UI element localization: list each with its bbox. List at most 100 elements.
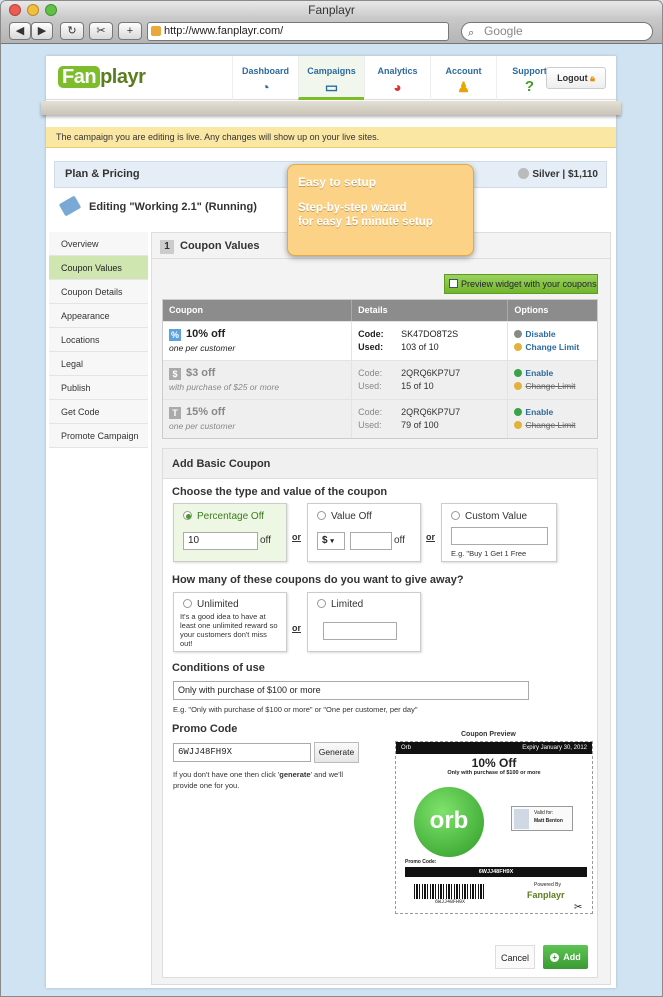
cancel-button[interactable]: Cancel: [495, 945, 535, 969]
powered-by-label: Powered By: [534, 882, 561, 888]
add-coupon-form: Add Basic Coupon Choose the type and val…: [162, 448, 598, 978]
currency-value: $: [322, 535, 328, 546]
preview-widget-button[interactable]: Preview widget with your coupons: [444, 274, 598, 294]
percentage-off-option[interactable]: Percentage Off 10 off: [173, 503, 287, 562]
limited-option[interactable]: Limited: [307, 592, 421, 652]
custom-value-radio[interactable]: [451, 511, 460, 520]
fanplayr-logo[interactable]: Fan playr: [58, 66, 146, 89]
nav-analytics-label: Analytics: [377, 66, 418, 76]
plus-circle-icon: +: [550, 953, 560, 962]
unlimited-hint: It's a good idea to have at least one un…: [180, 612, 278, 648]
table-row: % 10% off one per customer Code: SK47DO8T2S…: [163, 321, 597, 360]
valid-for-name: Matt Benton: [534, 818, 563, 824]
preview-brand: Orb: [401, 745, 412, 751]
custom-value-input[interactable]: [451, 527, 548, 545]
promo-heading: Promo Code: [172, 723, 238, 735]
promo-code-input[interactable]: 6WJJ48FH9X: [173, 743, 311, 762]
change-limit-link: Change Limit: [514, 419, 597, 432]
sidebar-item-locations[interactable]: Locations: [49, 328, 148, 352]
enable-link[interactable]: Enable: [514, 367, 597, 380]
conditions-input[interactable]: Only with purchase of $100 or more: [173, 681, 529, 700]
coupon-cell: $ $3 off with purchase of $25 or more: [163, 361, 351, 399]
limit-icon: [514, 421, 523, 429]
check-icon: [514, 369, 523, 377]
custom-value-label: Custom Value: [465, 511, 528, 522]
setup-tooltip: Easy to setup Step-by-step wizard for ea…: [287, 164, 474, 256]
col-details: Details: [351, 300, 507, 321]
sidebar-item-legal[interactable]: Legal: [49, 352, 148, 376]
add-button[interactable]: + Add: [543, 945, 588, 969]
zoom-window-button[interactable]: [45, 4, 57, 16]
pie-chart-icon: ◕: [393, 79, 402, 95]
search-field[interactable]: ⌕ Google: [461, 22, 653, 41]
close-window-button[interactable]: [9, 4, 21, 16]
address-bar[interactable]: http://www.fanplayr.com/: [147, 22, 449, 41]
sidebar-item-appearance[interactable]: Appearance: [49, 304, 148, 328]
nav-campaigns-label: Campaigns: [307, 66, 356, 76]
enable-link[interactable]: Enable: [514, 406, 597, 419]
logout-button[interactable]: Logout 🔒︎: [546, 67, 606, 89]
coupon-preview: Orb Expiry January 30, 2012 10% Off Only …: [395, 741, 593, 914]
change-limit-link[interactable]: Change Limit: [514, 341, 597, 354]
promo-hint: If you don't have one then click 'genera…: [173, 769, 363, 791]
preview-headline: 10% Off: [471, 756, 517, 770]
tooltip-title: Easy to setup: [298, 175, 377, 189]
minimize-window-button[interactable]: [27, 4, 39, 16]
sidebar-item-overview[interactable]: Overview: [49, 232, 148, 256]
table-header: Coupon Details Options: [163, 300, 597, 321]
percentage-radio[interactable]: [183, 511, 192, 520]
limited-radio[interactable]: [317, 599, 326, 608]
back-button[interactable]: ◀: [9, 22, 31, 40]
silver-medal-icon: [518, 168, 530, 179]
value-off-input[interactable]: [350, 532, 392, 550]
coupon-cell: % 10% off one per customer: [163, 322, 351, 360]
custom-hint: E.g. "Buy 1 Get 1 Free: [451, 549, 527, 558]
preview-subline: Only with purchase of $100 or more: [447, 770, 541, 776]
conditions-heading: Conditions of use: [172, 662, 265, 674]
coupon-value: 10% off: [186, 328, 226, 340]
sidebar-item-publish[interactable]: Publish: [49, 376, 148, 400]
sidebar-item-coupon-details[interactable]: Coupon Details: [49, 280, 148, 304]
limited-count-input[interactable]: [323, 622, 397, 640]
coupon-preview-title: Coupon Preview: [461, 731, 516, 738]
code-label: Code:: [358, 329, 384, 339]
disable-link[interactable]: Disable: [514, 328, 597, 341]
editing-title: Editing "Working 2.1" (Running): [58, 195, 257, 217]
change-limit-label: Change Limit: [525, 381, 576, 391]
promo-hint-bold: generate: [279, 770, 311, 779]
lock-icon: 🔒︎: [590, 73, 595, 83]
change-limit-label: Change Limit: [525, 342, 580, 352]
limit-icon: [514, 343, 523, 351]
currency-select[interactable]: $ ▾: [317, 532, 345, 550]
sidebar-item-get-code[interactable]: Get Code: [49, 400, 148, 424]
add-bookmark-button[interactable]: +: [118, 22, 142, 40]
header-shelf: [41, 101, 621, 115]
custom-value-option[interactable]: Custom Value E.g. "Buy 1 Get 1 Free: [441, 503, 557, 562]
percentage-input[interactable]: 10: [183, 532, 258, 550]
sidebar-item-promote-campaign[interactable]: Promote Campaign: [49, 424, 148, 448]
nav-dashboard[interactable]: Dashboard ◔: [232, 56, 298, 100]
value-off-option[interactable]: Value Off $ ▾ off: [307, 503, 421, 562]
unlimited-option[interactable]: Unlimited It's a good idea to have at le…: [173, 592, 287, 652]
unlimited-radio[interactable]: [183, 599, 192, 608]
reload-button[interactable]: ↻: [60, 22, 84, 40]
type-question: Choose the type and value of the coupon: [172, 486, 388, 498]
nav-analytics[interactable]: Analytics ◕: [364, 56, 430, 100]
col-options: Options: [507, 300, 597, 321]
check-icon: [514, 408, 523, 416]
nav-account[interactable]: Account ♟: [430, 56, 496, 100]
sidebar-item-coupon-values[interactable]: Coupon Values: [49, 256, 148, 280]
plan-tier: Silver | $1,110: [518, 162, 598, 187]
barcode-text: 6WJJ48FH9X: [414, 899, 486, 906]
snippet-icon[interactable]: ✂: [89, 22, 113, 40]
percent-icon: %: [169, 329, 181, 341]
form-title: Add Basic Coupon: [163, 449, 597, 479]
forward-button[interactable]: ▶: [31, 22, 53, 40]
orb-logo: orb: [414, 787, 484, 857]
generate-button[interactable]: Generate: [314, 742, 359, 763]
nav-campaigns[interactable]: Campaigns ▭: [298, 56, 364, 100]
coupon-desc: one per customer: [169, 421, 236, 431]
editing-text: Editing "Working 2.1" (Running): [89, 201, 257, 213]
value-off-radio[interactable]: [317, 511, 326, 520]
window-title: Fanplayr: [308, 3, 355, 17]
